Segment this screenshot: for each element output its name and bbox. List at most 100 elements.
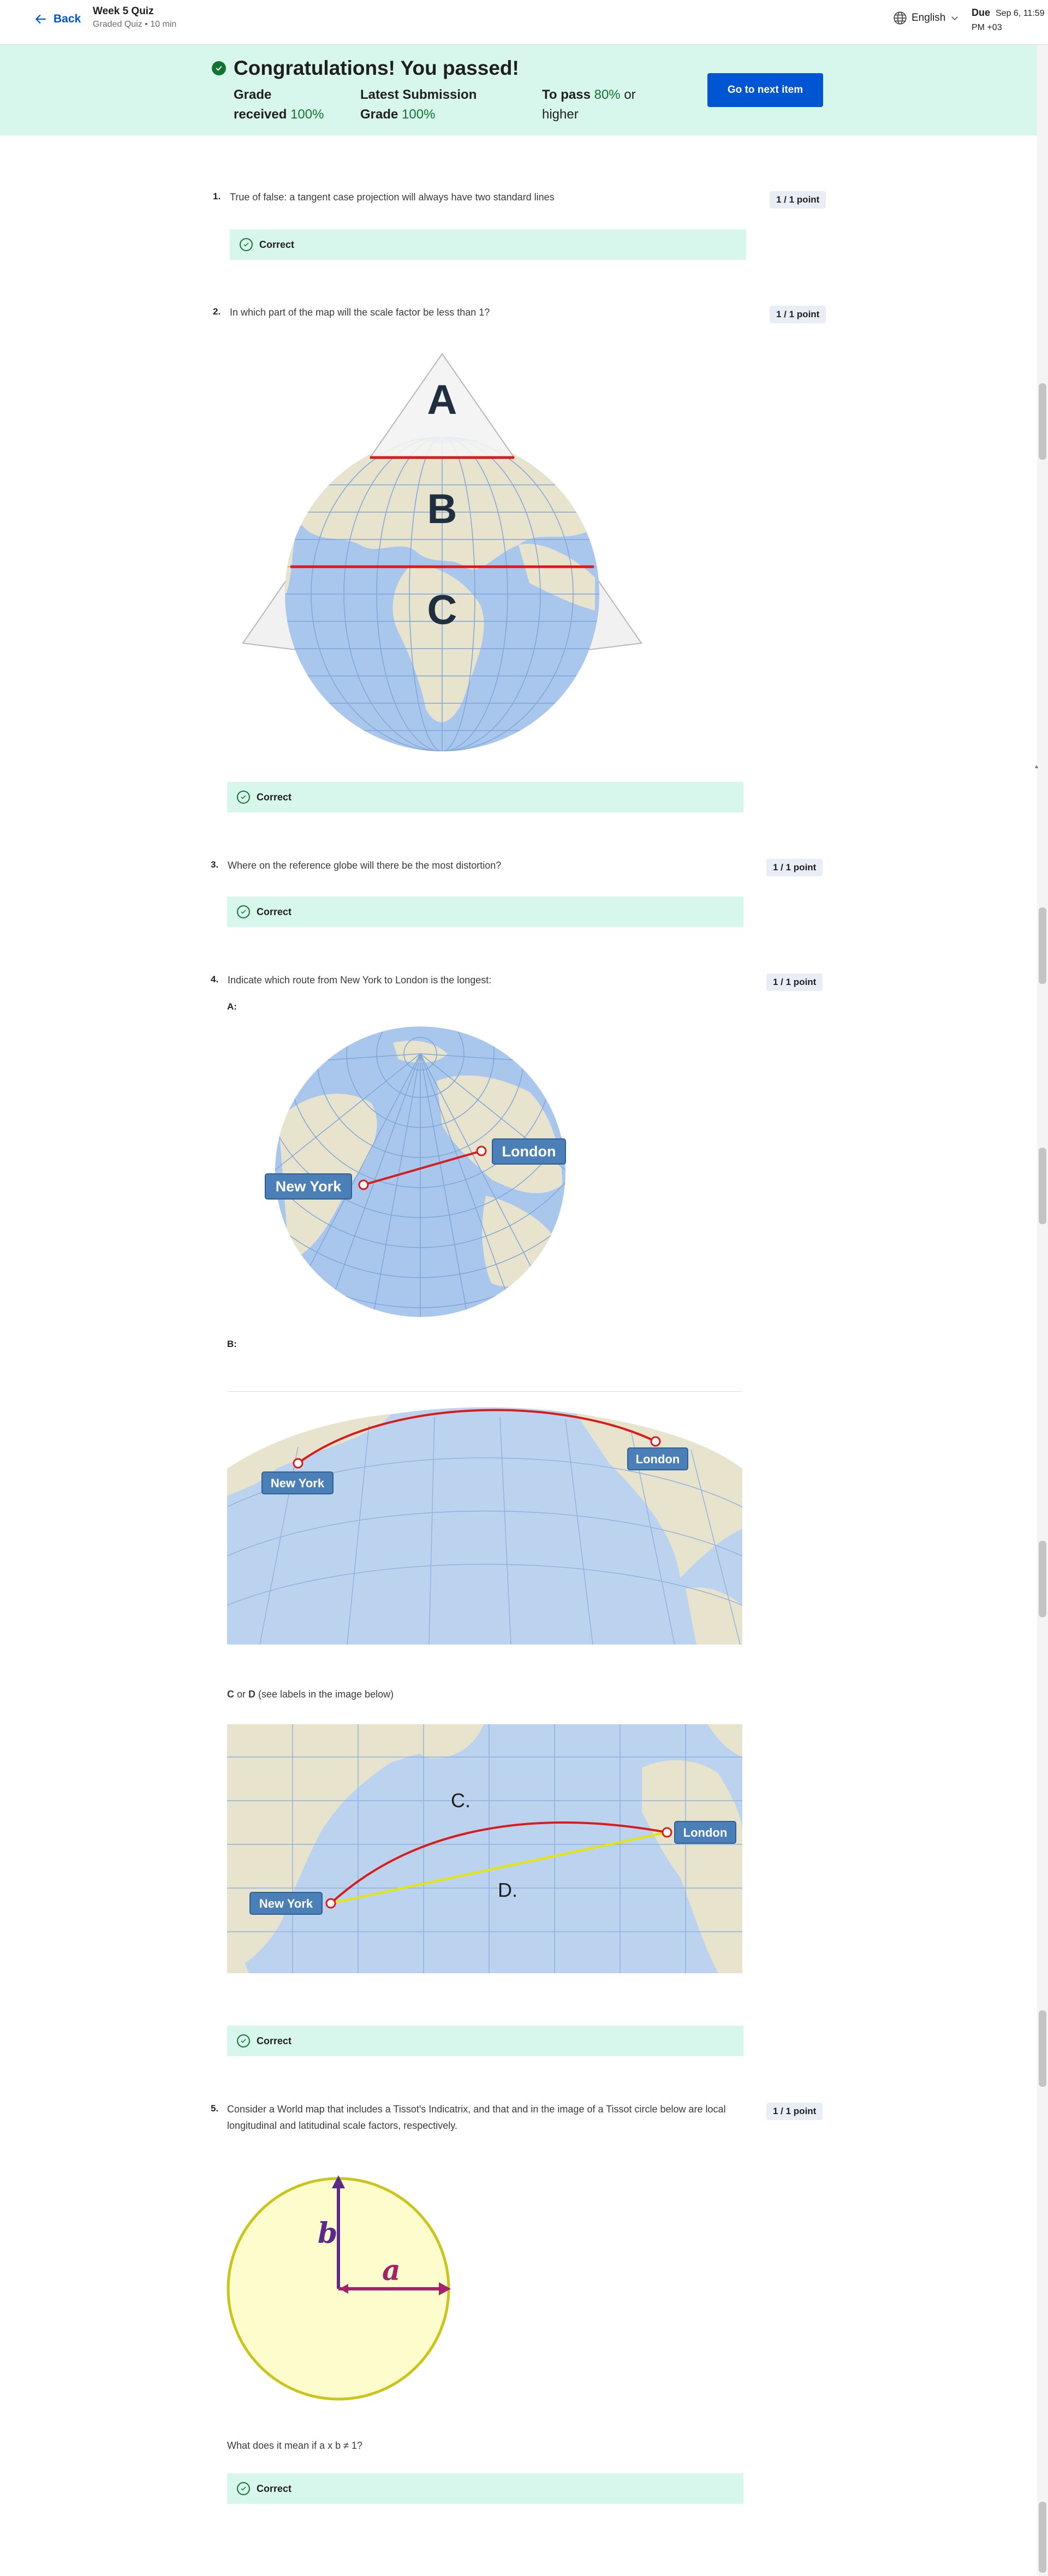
points-badge: 1 / 1 point	[766, 2103, 823, 2120]
due-line1: Sep 6, 11:59	[996, 9, 1045, 18]
grade-label-2: received	[234, 107, 287, 122]
correct-feedback: Correct	[230, 229, 746, 260]
scrollbar-thumb[interactable]	[1039, 2502, 1046, 2573]
scrollbar-thumb[interactable]	[1039, 1148, 1046, 1224]
pass-value: 80%	[594, 87, 621, 102]
correct-label: Correct	[259, 239, 295, 250]
city-label-london: London	[683, 1826, 728, 1839]
correct-feedback: Correct	[227, 2026, 743, 2056]
mercator-route-figure: C. D. New York London	[227, 1724, 742, 1973]
check-icon	[237, 2034, 250, 2047]
globe-route-figure: New York London	[265, 1026, 566, 1317]
cone-projection-figure: A B C	[242, 353, 642, 751]
latest-value: 100%	[402, 107, 436, 122]
scrollbar-thumb[interactable]	[1039, 383, 1046, 460]
result-banner: Congratulations! You passed! Grade recei…	[0, 45, 1037, 135]
question-number: 5.	[211, 2103, 219, 2114]
check-icon	[240, 238, 253, 251]
city-marker-ny	[325, 1898, 336, 1909]
correct-feedback: Correct	[227, 2473, 743, 2504]
latest-label: Latest Submission	[360, 87, 477, 102]
check-icon	[237, 791, 250, 804]
back-label: Back	[53, 13, 81, 25]
pass-suffix: or	[624, 87, 636, 102]
due-date: Due Sep 6, 11:59 PM +03	[972, 5, 1045, 35]
language-selector[interactable]: English	[893, 11, 960, 25]
route-label-c: C.	[451, 1789, 471, 1812]
question-followup: What does it mean if a x b ≠ 1?	[227, 2440, 363, 2451]
correct-label: Correct	[257, 2035, 292, 2046]
globe-icon	[894, 11, 907, 25]
latest-grade-label: Grade	[360, 107, 398, 122]
grade-value: 100%	[290, 107, 324, 122]
pass-line2: higher	[542, 107, 579, 122]
question-number: 1.	[213, 191, 221, 201]
points-badge: 1 / 1 point	[770, 191, 826, 209]
city-label-ny: New York	[259, 1897, 313, 1910]
tissot-circle-figure: b a	[227, 2175, 451, 2401]
city-marker-london	[476, 1145, 487, 1156]
question-number: 2.	[213, 306, 221, 317]
correct-feedback: Correct	[227, 897, 743, 927]
question-text: Indicate which route from New York to Lo…	[228, 975, 492, 986]
quiz-title: Week 5 Quiz	[93, 5, 154, 17]
correct-feedback: Correct	[227, 782, 743, 812]
latest-submission: Latest Submission Grade 100%	[360, 85, 477, 124]
scroll-marker-icon: ▴	[1035, 762, 1039, 770]
divider	[227, 1391, 742, 1392]
banner-title-text: Congratulations! You passed!	[234, 57, 519, 79]
due-line2: PM +03	[972, 23, 1002, 32]
option-c-label: C	[227, 1689, 234, 1700]
question-number: 3.	[211, 859, 219, 870]
quiz-info: Week 5 Quiz Graded Quiz • 10 min	[93, 5, 176, 29]
arc-route-figure: New York London	[227, 1398, 742, 1645]
points-badge: 1 / 1 point	[766, 859, 823, 876]
pass-threshold: To pass 80% or higher	[542, 85, 636, 124]
correct-label: Correct	[257, 2483, 292, 2494]
label-a: a	[382, 2254, 401, 2287]
zone-label-a: A	[427, 377, 457, 423]
option-cd-text: C or D (see labels in the image below)	[227, 1686, 394, 1702]
correct-label: Correct	[257, 791, 292, 803]
back-button[interactable]: Back	[34, 12, 81, 26]
check-circle-icon	[212, 61, 226, 75]
question-number: 4.	[211, 974, 219, 984]
city-marker-ny	[358, 1179, 369, 1190]
route-label-d: D.	[498, 1879, 517, 1901]
top-bar: Back Week 5 Quiz Graded Quiz • 10 min En…	[0, 0, 1048, 45]
scrollbar-thumb[interactable]	[1039, 1541, 1046, 1617]
scrollbar-thumb[interactable]	[1039, 2010, 1046, 2087]
points-badge: 1 / 1 point	[766, 974, 823, 991]
quiz-subtitle: Graded Quiz • 10 min	[93, 20, 177, 29]
points-badge: 1 / 1 point	[770, 306, 826, 323]
pass-label: To pass	[542, 87, 591, 102]
zone-label-b: B	[427, 486, 457, 532]
option-d-label: D	[248, 1689, 256, 1700]
option-a-label: A:	[227, 1001, 237, 1012]
grade-label: Grade	[234, 87, 272, 102]
correct-label: Correct	[257, 906, 292, 917]
question-text: Consider a World map that includes a Tis…	[227, 2104, 726, 2131]
option-cd-rest: (see labels in the image below)	[255, 1689, 394, 1700]
next-item-button[interactable]: Go to next item	[707, 73, 823, 107]
check-icon	[237, 905, 250, 918]
city-label-london: London	[636, 1452, 680, 1466]
scrollbar[interactable]	[1037, 45, 1048, 2576]
city-marker-ny	[293, 1458, 303, 1469]
city-label-ny: New York	[276, 1178, 342, 1195]
option-b-label: B:	[227, 1339, 237, 1349]
language-label: English	[912, 12, 946, 23]
scrollbar-thumb[interactable]	[1039, 907, 1046, 984]
question-text: Where on the reference globe will there …	[228, 860, 502, 871]
chevron-down-icon	[951, 16, 958, 21]
arrow-left-icon	[35, 14, 46, 24]
city-label-london: London	[502, 1143, 556, 1160]
city-marker-london	[650, 1436, 661, 1447]
city-marker-london	[662, 1827, 672, 1838]
question-text: In which part of the map will the scale …	[230, 307, 490, 318]
banner-title: Congratulations! You passed!	[212, 57, 519, 80]
zone-label-c: C	[427, 587, 457, 633]
grade-received: Grade received 100%	[234, 85, 324, 124]
label-b: b	[318, 2217, 337, 2250]
due-label: Due	[972, 7, 991, 18]
